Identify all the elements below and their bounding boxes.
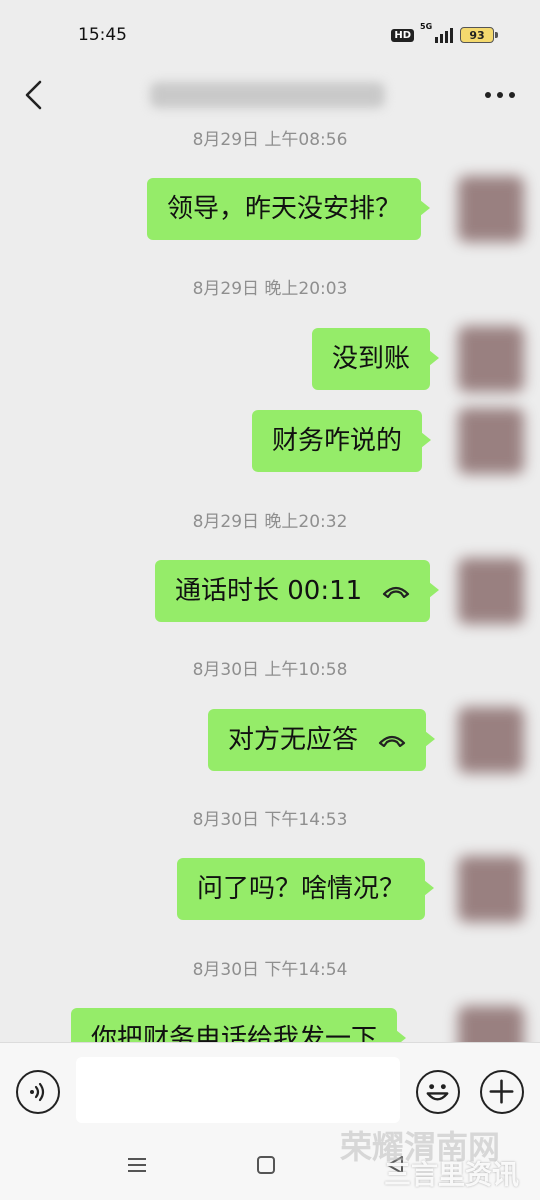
message-bubble[interactable]: 你把财务电话给我发一下 [71,1008,407,1042]
voice-icon[interactable] [16,1070,60,1114]
emoji-icon[interactable] [416,1070,460,1114]
chat-header [0,70,540,120]
phone-hangup-icon [382,584,410,598]
status-icons: HD 5G 93 [391,22,498,43]
status-time: 15:45 [78,25,127,45]
battery-icon: 93 [460,27,498,43]
timestamp: 8月30日 上午10:58 [192,660,348,680]
watermark-bottom: 三言里资讯 [384,1160,519,1191]
call-record-bubble[interactable]: 通话时长 00:11 [155,560,440,622]
avatar[interactable] [458,1006,524,1042]
timestamp: 8月29日 晚上20:03 [192,279,348,299]
home-icon[interactable] [256,1155,276,1179]
message-bubble[interactable]: 没到账 [312,328,440,390]
timestamp: 8月29日 上午08:56 [192,130,348,150]
timestamp: 8月30日 下午14:53 [192,810,348,830]
call-duration-text: 通话时长 00:11 [175,576,363,606]
contact-name [150,82,385,108]
message-input[interactable] [76,1057,400,1123]
more-dots-icon[interactable] [484,91,516,99]
message-list[interactable]: 8月29日 上午08:56 领导，昨天没安排？ 8月29日 晚上20:03 没到… [0,120,540,1042]
avatar[interactable] [458,408,524,474]
call-record-bubble[interactable]: 对方无应答 [208,709,436,771]
message-bubble[interactable]: 财务咋说的 [252,410,432,472]
signal-icon: 5G [420,22,453,43]
message-bubble[interactable]: 领导，昨天没安排？ [147,178,431,240]
avatar[interactable] [458,558,524,624]
avatar[interactable] [458,856,524,922]
network-type: 5G [420,22,433,31]
hd-badge: HD [391,28,414,42]
status-bar: 15:45 HD 5G 93 [0,0,540,70]
avatar[interactable] [458,326,524,392]
timestamp: 8月30日 下午14:54 [192,960,348,980]
avatar[interactable] [458,707,524,773]
avatar[interactable] [458,176,524,242]
battery-level: 93 [469,28,485,42]
plus-icon[interactable] [480,1070,524,1114]
phone-hangup-icon [378,733,406,747]
timestamp: 8月29日 晚上20:32 [192,512,348,532]
menu-icon[interactable] [127,1155,147,1179]
chevron-left-icon[interactable] [24,79,44,111]
message-bubble[interactable]: 问了吗？啥情况？ [177,858,435,920]
call-status-text: 对方无应答 [228,725,359,755]
